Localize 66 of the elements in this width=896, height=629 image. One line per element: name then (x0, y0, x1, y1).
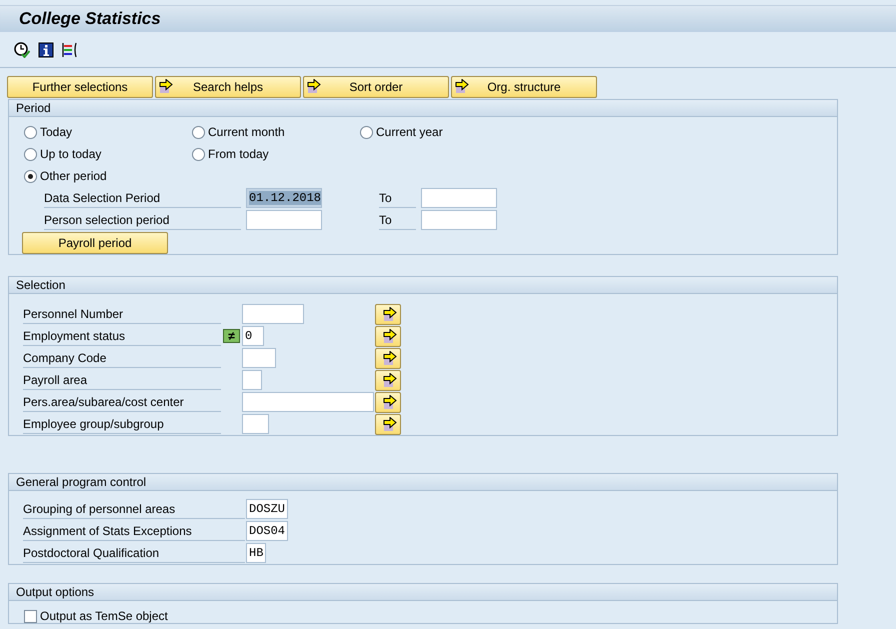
selection-tab-button[interactable]: Search helps (155, 76, 301, 98)
multiple-selection-button[interactable] (375, 392, 401, 412)
group-title: Selection (9, 277, 837, 294)
group-title: General program control (9, 474, 837, 491)
clock-check-icon[interactable] (14, 42, 30, 58)
radio-label: From today (208, 147, 269, 161)
input-field[interactable] (421, 188, 497, 208)
input-field[interactable] (242, 304, 304, 324)
input-field[interactable] (242, 414, 269, 434)
field-label: Data Selection Period (44, 188, 241, 208)
arrow-icon (383, 350, 398, 366)
input-field[interactable]: HB (246, 543, 266, 563)
radio-label: Current month (208, 125, 285, 139)
arrow-icon (383, 394, 398, 410)
input-field[interactable] (242, 392, 374, 412)
field-label: Payroll area (23, 370, 221, 390)
arrow-icon (383, 328, 398, 344)
payroll-period-button[interactable]: Payroll period (22, 232, 168, 254)
window-title: College Statistics (19, 9, 161, 29)
multiple-selection-button[interactable] (375, 304, 401, 324)
group-title: Period (9, 100, 837, 117)
multiple-selection-button[interactable] (375, 414, 401, 434)
multiple-selection-button[interactable] (375, 348, 401, 368)
variant-list-icon[interactable] (62, 42, 78, 58)
checkbox-label: Output as TemSe object (40, 609, 168, 623)
selection-tab-button[interactable]: Org. structure (451, 76, 597, 98)
field-label: Employment status (23, 326, 221, 346)
input-field[interactable] (242, 370, 262, 390)
radio-button[interactable] (192, 148, 205, 160)
multiple-selection-button[interactable] (375, 326, 401, 346)
field-label: Personnel Number (23, 304, 221, 324)
radio-label: Other period (40, 169, 107, 183)
field-label: Person selection period (44, 210, 241, 230)
field-label: Employee group/subgroup (23, 414, 221, 434)
radio-label: Today (40, 125, 72, 139)
radio-label: Up to today (40, 147, 102, 161)
field-label: Company Code (23, 348, 221, 368)
field-label: Pers.area/subarea/cost center (23, 392, 221, 412)
input-field[interactable]: DOS04 (246, 521, 288, 541)
input-field[interactable]: 01.12.2018 (246, 188, 322, 208)
info-icon[interactable] (38, 42, 54, 58)
field-label: Assignment of Stats Exceptions (23, 521, 245, 541)
input-field[interactable] (421, 210, 497, 230)
radio-button[interactable] (360, 126, 373, 138)
field-label: Grouping of personnel areas (23, 499, 245, 519)
selection-tab-button[interactable]: Sort order (303, 76, 449, 98)
not-equal-option-icon[interactable]: ≠ (223, 329, 240, 343)
input-field[interactable] (246, 210, 322, 230)
input-field[interactable]: 0 (242, 326, 264, 346)
radio-label: Current year (376, 125, 443, 139)
checkbox[interactable] (24, 610, 37, 622)
radio-button[interactable] (192, 126, 205, 138)
arrow-icon (383, 306, 398, 322)
radio-button[interactable] (24, 126, 37, 138)
radio-button[interactable] (24, 170, 37, 182)
field-label: To (379, 188, 416, 208)
input-field[interactable]: DOSZU (246, 499, 288, 519)
radio-button[interactable] (24, 148, 37, 160)
arrow-icon (383, 372, 398, 388)
input-field[interactable] (242, 348, 276, 368)
selection-tab-button[interactable]: Further selections (7, 76, 153, 98)
field-label: To (379, 210, 416, 230)
multiple-selection-button[interactable] (375, 370, 401, 390)
arrow-icon (383, 416, 398, 432)
group-title: Output options (9, 584, 837, 601)
field-label: Postdoctoral Qualification (23, 543, 245, 563)
